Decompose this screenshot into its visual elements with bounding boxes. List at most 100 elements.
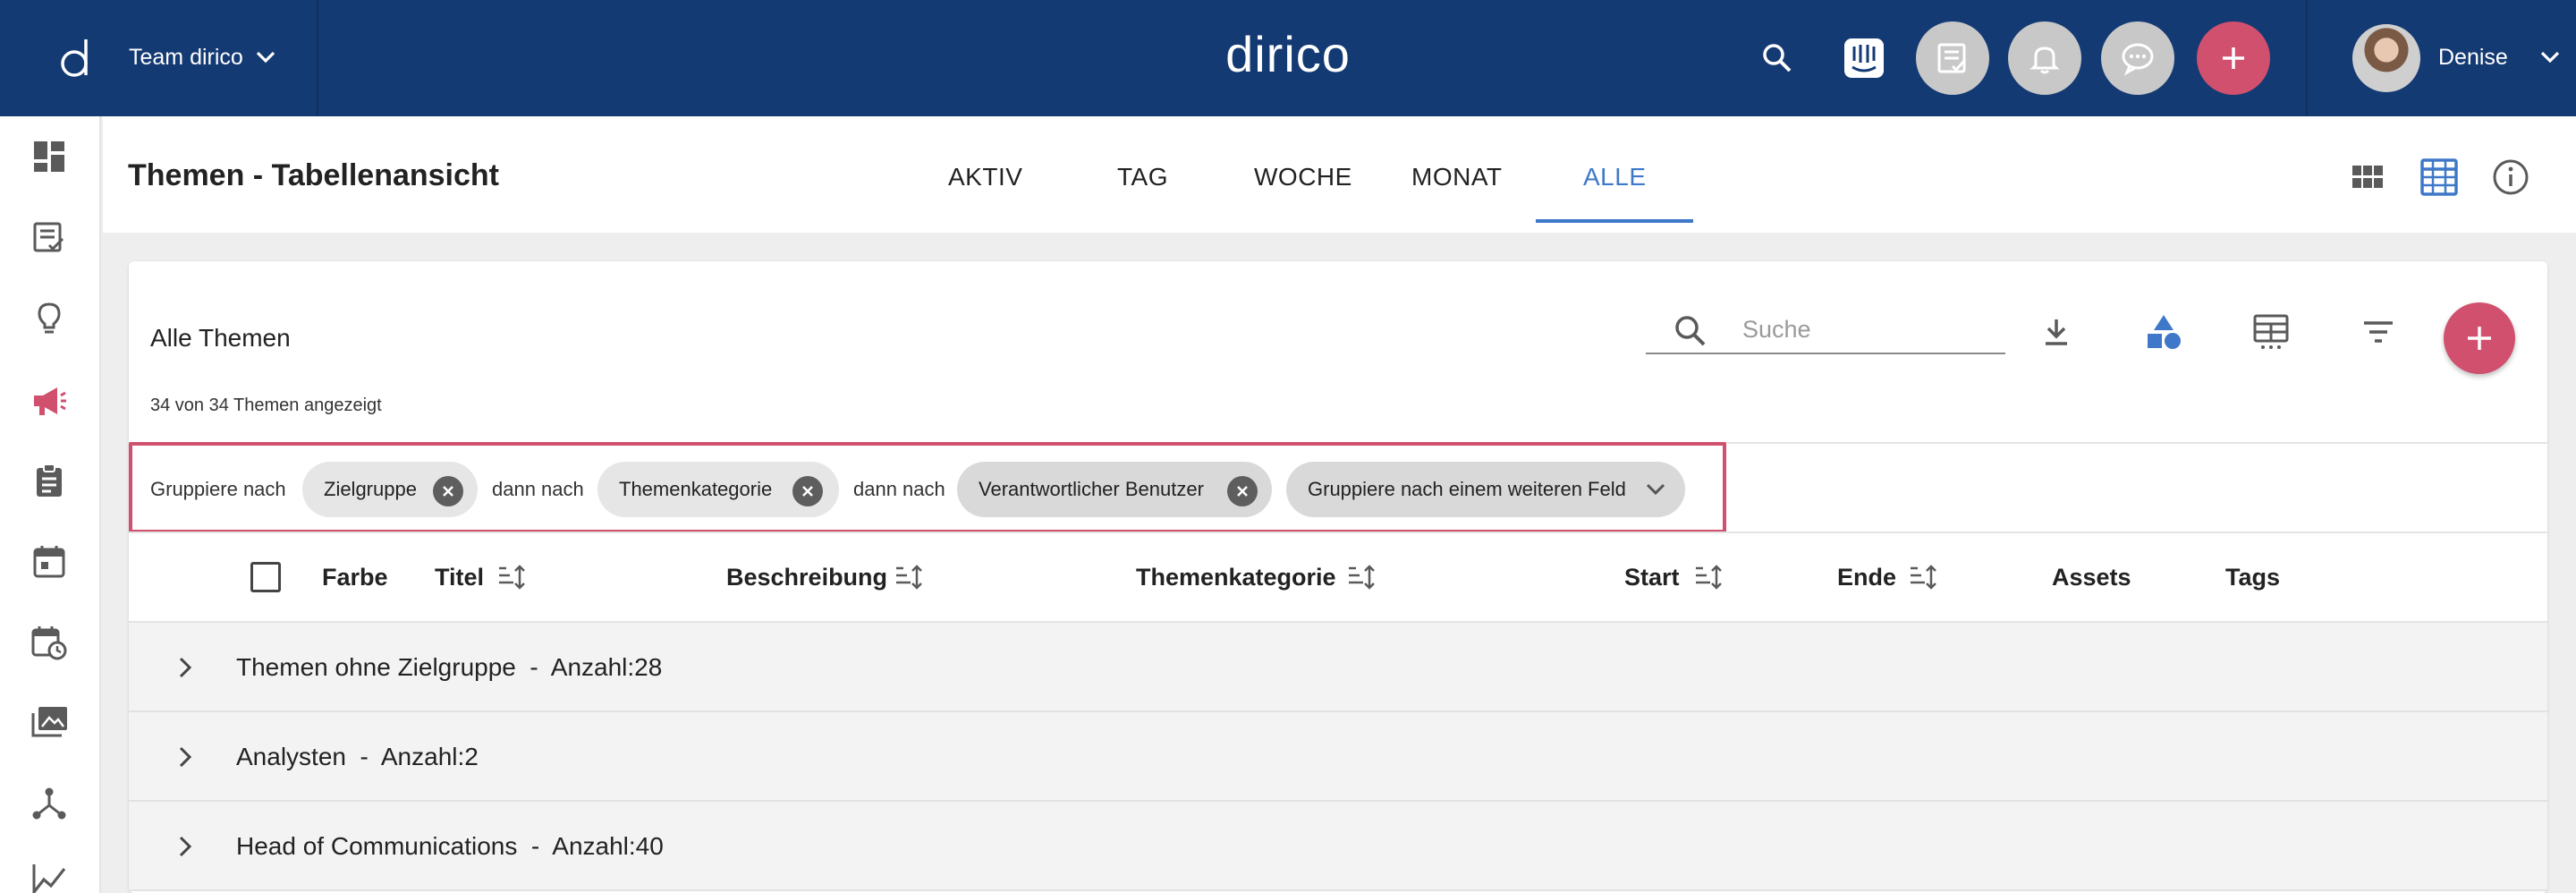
lightbulb-icon [38, 302, 61, 334]
column-header-themenkategorie[interactable]: Themenkategorie [1136, 564, 1336, 591]
user-menu[interactable]: Denise [2306, 0, 2576, 116]
sidebar [0, 116, 101, 893]
chevron-down-icon [1646, 483, 1665, 496]
sidebar-item-calendar[interactable] [29, 540, 70, 582]
download-button[interactable] [2034, 310, 2079, 354]
add-icon [2468, 327, 2491, 350]
chip-label: Verantwortlicher Benutzer [979, 478, 1204, 500]
download-icon [2046, 319, 2067, 345]
group-chip-zielgruppe[interactable]: Zielgruppe [302, 462, 478, 517]
chevron-right-icon [179, 746, 192, 768]
avatar [2352, 24, 2420, 92]
tab-aktiv[interactable]: AKTIV [948, 163, 1022, 191]
sort-icon[interactable] [894, 564, 923, 591]
sidebar-item-schedule[interactable] [29, 622, 70, 663]
checklist-icon [33, 222, 64, 252]
team-switcher[interactable]: Team dirico [0, 0, 318, 116]
top-header: Team dirico dirico Denise [0, 0, 2576, 116]
select-all-checkbox[interactable] [250, 562, 281, 592]
sort-icon[interactable] [497, 564, 526, 591]
grouping-then-label: dann nach [853, 478, 945, 500]
sidebar-item-network[interactable] [29, 783, 70, 824]
sidebar-item-briefings[interactable] [29, 460, 70, 501]
grouping-then-label: dann nach [492, 478, 584, 500]
filter-icon [2364, 321, 2393, 343]
table-view-icon [2420, 158, 2458, 196]
sort-icon[interactable] [1347, 564, 1376, 591]
search-icon [1675, 316, 1706, 346]
filter-button[interactable] [2356, 310, 2401, 354]
search-input[interactable] [1742, 310, 1993, 349]
sort-icon[interactable] [1909, 564, 1937, 591]
chevron-right-icon [179, 836, 192, 857]
column-header-tags[interactable]: Tags [2225, 564, 2280, 591]
column-header-farbe[interactable]: Farbe [322, 564, 388, 591]
clipboard-icon [37, 464, 62, 497]
table-columns-icon [2253, 314, 2289, 349]
close-icon [1237, 486, 1248, 497]
sidebar-item-campaigns[interactable] [29, 380, 70, 421]
group-row[interactable]: Themen ohne Zielgruppe - Anzahl:28 [129, 623, 2547, 712]
tab-alle[interactable]: ALLE [1583, 163, 1647, 191]
create-button[interactable] [2197, 21, 2270, 95]
topics-table-card: Alle Themen 34 von 34 Themen angezeigt S… [129, 261, 2547, 893]
column-header-assets[interactable]: Assets [2052, 564, 2131, 591]
info-icon [2493, 159, 2529, 195]
remove-chip-button[interactable] [433, 476, 463, 506]
sort-icon[interactable] [1694, 564, 1723, 591]
schedule-icon [31, 626, 67, 660]
search-icon [1763, 44, 1792, 72]
grid-view-button[interactable] [2348, 157, 2387, 197]
chip-label: Themenkategorie [619, 478, 773, 500]
remove-chip-button[interactable] [1227, 476, 1258, 506]
results-count: 34 von 34 Themen angezeigt [150, 395, 382, 415]
chip-label: Gruppiere nach einem weiteren Feld [1308, 478, 1626, 500]
info-button[interactable] [2491, 157, 2530, 197]
close-icon [443, 486, 453, 497]
group-row-label: Analysten - Anzahl:2 [236, 743, 479, 770]
table-view-button[interactable] [2419, 157, 2459, 197]
sidebar-item-analytics[interactable] [29, 859, 70, 893]
intercom-button[interactable] [1827, 21, 1901, 95]
notifications-button[interactable] [2008, 21, 2081, 95]
group-row[interactable]: Analysten - Anzahl:2 [129, 712, 2547, 802]
column-header-start[interactable]: Start [1624, 564, 1680, 591]
search-box[interactable] [1646, 306, 2005, 354]
tasks-button[interactable] [1916, 21, 1989, 95]
column-header-beschreibung[interactable]: Beschreibung [726, 564, 887, 591]
tab-woche[interactable]: WOCHE [1254, 163, 1352, 191]
dashboard-icon [34, 141, 64, 172]
sidebar-item-dashboard[interactable] [29, 136, 70, 177]
bell-icon [2029, 47, 2060, 74]
columns-button[interactable] [2249, 310, 2293, 354]
chat-button[interactable] [2101, 21, 2174, 95]
add-icon [2223, 47, 2244, 69]
brand-logo: dirico [1225, 26, 1351, 82]
grouping-bar: Gruppiere nach Zielgruppe dann nach Them… [129, 442, 1726, 533]
remove-chip-button[interactable] [792, 476, 823, 506]
sidebar-item-ideas[interactable] [29, 298, 70, 339]
search-button[interactable] [1741, 21, 1814, 95]
active-tab-indicator [1536, 219, 1693, 223]
close-icon [802, 486, 813, 497]
add-topic-button[interactable] [2444, 302, 2515, 374]
calendar-icon [33, 546, 65, 578]
team-name: Team dirico [129, 45, 243, 70]
add-grouping-dropdown[interactable]: Gruppiere nach einem weiteren Feld [1286, 462, 1685, 517]
column-header-titel[interactable]: Titel [435, 564, 484, 591]
chevron-down-icon [256, 51, 275, 64]
network-icon [32, 787, 66, 820]
page-header: Themen - Tabellenansicht AKTIV TAG WOCHE… [103, 116, 2576, 233]
column-header-ende[interactable]: Ende [1837, 564, 1896, 591]
sidebar-item-tasks[interactable] [29, 217, 70, 259]
group-chip-verantwortlicher-benutzer[interactable]: Verantwortlicher Benutzer [957, 462, 1272, 517]
tab-monat[interactable]: MONAT [1411, 163, 1503, 191]
group-chip-themenkategorie[interactable]: Themenkategorie [597, 462, 839, 517]
tab-tag[interactable]: TAG [1117, 163, 1168, 191]
chat-icon [2122, 43, 2154, 76]
color-shapes-button[interactable] [2141, 310, 2186, 354]
megaphone-icon [34, 387, 66, 415]
sidebar-item-assets[interactable] [29, 702, 70, 743]
chart-icon [32, 864, 66, 893]
group-row[interactable]: Head of Communications - Anzahl:40 [129, 802, 2547, 891]
